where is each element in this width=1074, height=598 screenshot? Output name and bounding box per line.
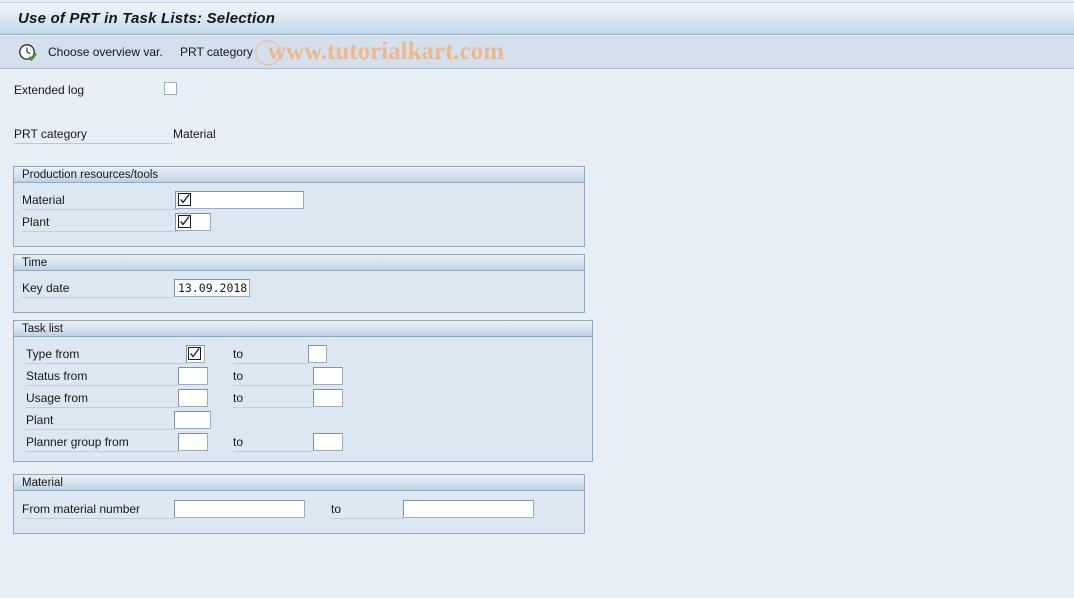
usage-to-input[interactable] bbox=[313, 389, 343, 407]
to-label: to bbox=[233, 369, 244, 383]
checkbox-checked-icon[interactable] bbox=[188, 347, 201, 360]
field-label-plant: Plant bbox=[22, 215, 50, 229]
field-underline bbox=[233, 451, 313, 452]
to-label: to bbox=[233, 347, 244, 361]
group-header: Production resources/tools bbox=[13, 166, 585, 183]
field-label-type-from: Type from bbox=[26, 347, 80, 361]
prt-category-label-underline bbox=[14, 143, 173, 144]
clock-check-icon[interactable] bbox=[18, 43, 38, 63]
group-production-resources-tools: Production resources/tools Material Plan… bbox=[13, 166, 585, 247]
group-header: Time bbox=[13, 254, 585, 271]
field-underline bbox=[233, 407, 313, 408]
choose-overview-var-button[interactable]: Choose overview var. bbox=[48, 45, 163, 59]
prt-category-value: Material bbox=[173, 127, 216, 141]
material-from-input[interactable] bbox=[175, 191, 304, 209]
group-title: Task list bbox=[22, 323, 63, 335]
to-label: to bbox=[233, 435, 244, 449]
status-to-input[interactable] bbox=[313, 367, 343, 385]
group-title: Production resources/tools bbox=[22, 169, 159, 181]
field-label-plant: Plant bbox=[26, 413, 54, 427]
group-header: Task list bbox=[13, 320, 593, 337]
application-toolbar: Choose overview var. PRT category bbox=[0, 36, 1074, 69]
extended-log-label: Extended log bbox=[14, 83, 85, 97]
field-label-key-date: Key date bbox=[22, 281, 70, 295]
group-title: Time bbox=[22, 257, 48, 269]
task-list-plant-input[interactable] bbox=[174, 411, 211, 429]
field-underline bbox=[22, 297, 174, 298]
field-underline bbox=[26, 451, 178, 452]
planner-group-from-input[interactable] bbox=[178, 433, 208, 451]
group-header: Material bbox=[13, 474, 585, 491]
field-label-status-from: Status from bbox=[26, 369, 88, 383]
key-date-input[interactable]: 13.09.2018 bbox=[174, 279, 250, 297]
field-underline bbox=[26, 363, 186, 364]
usage-from-input[interactable] bbox=[178, 389, 208, 407]
checkbox-checked-icon[interactable] bbox=[178, 193, 191, 206]
extended-log-checkbox[interactable] bbox=[164, 82, 177, 95]
field-label-usage-from: Usage from bbox=[26, 391, 89, 405]
field-underline bbox=[22, 518, 174, 519]
to-material-number-input[interactable] bbox=[403, 500, 534, 518]
page-title: Use of PRT in Task Lists: Selection bbox=[18, 10, 276, 27]
field-underline bbox=[26, 385, 178, 386]
field-underline bbox=[233, 363, 308, 364]
group-task-list: Task list Type from to Status from to Us… bbox=[13, 320, 593, 462]
from-material-number-input[interactable] bbox=[174, 500, 305, 518]
status-from-input[interactable] bbox=[178, 367, 208, 385]
field-label-material: Material bbox=[22, 193, 65, 207]
planner-group-to-input[interactable] bbox=[313, 433, 343, 451]
type-from-input[interactable] bbox=[186, 345, 205, 363]
field-underline bbox=[22, 231, 179, 232]
prt-category-label: PRT category bbox=[14, 127, 87, 141]
field-underline bbox=[26, 429, 174, 430]
selection-screen: Extended log PRT category Material Produ… bbox=[0, 70, 1074, 598]
to-label: to bbox=[331, 502, 342, 516]
to-label: to bbox=[233, 391, 244, 405]
type-to-input[interactable] bbox=[308, 345, 327, 363]
prt-category-button[interactable]: PRT category bbox=[180, 45, 253, 59]
watermark-circle-icon bbox=[255, 40, 281, 66]
field-underline bbox=[233, 385, 313, 386]
window-title-bar: Use of PRT in Task Lists: Selection bbox=[0, 2, 1074, 35]
field-underline bbox=[331, 518, 403, 519]
group-title: Material bbox=[22, 477, 63, 489]
group-time: Time Key date 13.09.2018 bbox=[13, 254, 585, 313]
field-underline bbox=[26, 407, 178, 408]
field-underline bbox=[22, 209, 179, 210]
plant-from-input[interactable] bbox=[175, 213, 211, 231]
field-label-from-material-number: From material number bbox=[22, 502, 141, 516]
field-label-planner-group-from: Planner group from bbox=[26, 435, 129, 449]
checkbox-checked-icon[interactable] bbox=[178, 215, 191, 228]
group-material: Material From material number to bbox=[13, 474, 585, 534]
